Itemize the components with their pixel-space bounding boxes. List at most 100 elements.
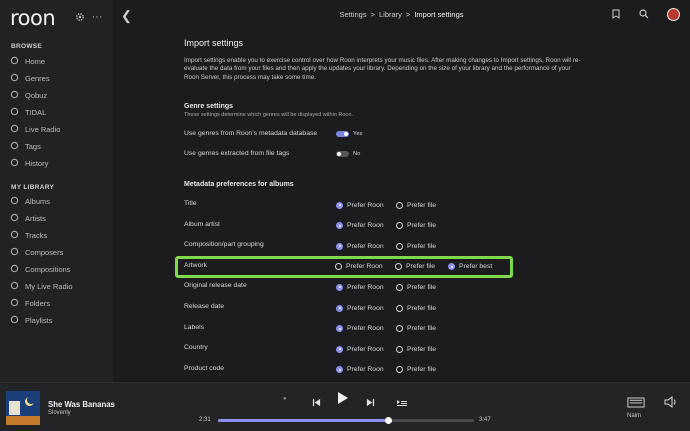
radio-button[interactable]	[336, 222, 343, 230]
radio-button[interactable]	[396, 345, 403, 353]
roon-logo[interactable]: roon	[10, 6, 56, 30]
option-prefer-file[interactable]: Prefer file	[396, 281, 436, 293]
radio-button[interactable]	[336, 304, 343, 312]
radio-button[interactable]	[396, 304, 403, 312]
breadcrumb-settings[interactable]: Settings	[339, 10, 366, 19]
sidebar-item-tracks[interactable]: Tracks	[10, 228, 47, 242]
option-label: Prefer file	[407, 345, 437, 353]
sidebar-item-label: Live Radio	[25, 124, 61, 134]
option-label: Prefer file	[407, 304, 437, 312]
sidebar-item-composers[interactable]: Composers	[10, 245, 63, 259]
sidebar-item-compositions[interactable]: Compositions	[10, 262, 70, 276]
option-prefer-file[interactable]: Prefer file	[396, 240, 436, 252]
sidebar-item-label: Albums	[25, 196, 51, 206]
zone-name[interactable]: Naim	[627, 413, 641, 419]
volume-icon[interactable]	[664, 395, 678, 413]
album-icon	[10, 196, 19, 207]
option-prefer-roon[interactable]: Prefer Roon	[336, 220, 384, 232]
sidebar-item-folders[interactable]: Folders	[10, 296, 50, 310]
breadcrumb: Settings > Library > Import settings	[113, 10, 690, 19]
sidebar-item-artists[interactable]: Artists	[10, 211, 46, 225]
track-artist[interactable]: Slovenly	[48, 410, 71, 416]
radio-button[interactable]	[396, 242, 403, 250]
radio-button[interactable]	[396, 325, 403, 333]
option-label: Prefer Roon	[347, 201, 384, 209]
genre-roon-toggle[interactable]	[336, 131, 349, 137]
option-label: Prefer file	[407, 201, 437, 209]
browse-heading: BROWSE	[11, 43, 43, 50]
metadata-row: Title Prefer Roon Prefer file	[113, 199, 690, 211]
sidebar-item-genres[interactable]: Genres	[10, 71, 50, 85]
track-title[interactable]: She Was Bananas	[48, 400, 115, 409]
sidebar-item-playlists[interactable]: Playlists	[10, 313, 53, 327]
sidebar-item-history[interactable]: History	[10, 156, 48, 170]
sidebar-item-tidal[interactable]: TIDAL	[10, 105, 46, 119]
sidebar-item-home[interactable]: Home	[10, 54, 45, 68]
sidebar-item-tags[interactable]: Tags	[10, 139, 41, 153]
option-prefer-file[interactable]: Prefer file	[396, 220, 436, 232]
sidebar-item-label: Qobuz	[25, 90, 48, 100]
option-prefer-roon[interactable]: Prefer Roon	[336, 281, 384, 293]
genre-file-label: Use genres extracted from file tags	[184, 150, 290, 157]
radio-dot-icon[interactable]: ●	[283, 396, 287, 402]
sidebar-item-qobuz[interactable]: Qobuz	[10, 88, 47, 102]
breadcrumb-library[interactable]: Library	[379, 10, 402, 19]
radio-button[interactable]	[336, 201, 343, 209]
sidebar-item-my-live-radio[interactable]: My Live Radio	[10, 279, 73, 293]
radio-button[interactable]	[396, 201, 403, 209]
option-prefer-file[interactable]: Prefer file	[396, 343, 436, 355]
option-prefer-roon[interactable]: Prefer Roon	[336, 364, 384, 376]
play-icon[interactable]	[337, 391, 349, 410]
option-prefer-roon[interactable]: Prefer Roon	[336, 302, 384, 314]
option-prefer-roon[interactable]: Prefer Roon	[336, 240, 384, 252]
sidebar-item-label: Compositions	[25, 264, 71, 274]
option-prefer-file[interactable]: Prefer file	[396, 302, 436, 314]
option-label: Prefer Roon	[347, 242, 384, 250]
option-label: Prefer file	[407, 222, 437, 230]
qobuz-icon	[10, 90, 19, 101]
option-prefer-file[interactable]: Prefer file	[396, 364, 436, 376]
sidebar-item-live-radio[interactable]: Live Radio	[10, 122, 60, 136]
option-label: Prefer file	[407, 242, 437, 250]
bookmark-icon[interactable]	[612, 9, 620, 22]
artwork-highlight-box	[175, 256, 513, 278]
sidebar-item-albums[interactable]: Albums	[10, 194, 50, 208]
genre-file-state: No	[353, 151, 361, 157]
previous-icon[interactable]	[312, 394, 321, 412]
next-icon[interactable]	[366, 394, 375, 412]
breadcrumb-separator: >	[405, 10, 411, 19]
more-icon[interactable]: ···	[90, 10, 104, 24]
avatar[interactable]	[667, 8, 680, 21]
radio-icon	[10, 281, 19, 292]
option-prefer-file[interactable]: Prefer file	[396, 323, 436, 335]
option-label: Prefer file	[407, 325, 437, 333]
seek-bar[interactable]	[218, 417, 474, 424]
zone-device-icon[interactable]	[627, 395, 645, 413]
radio-button[interactable]	[396, 222, 403, 230]
gear-icon[interactable]	[73, 10, 87, 24]
radio-button[interactable]	[336, 242, 343, 250]
option-label: Prefer Roon	[347, 222, 384, 230]
radio-button[interactable]	[336, 325, 343, 333]
sidebar-item-label: My Live Radio	[25, 281, 73, 291]
metadata-row: Labels Prefer Roon Prefer file	[113, 323, 690, 335]
option-prefer-roon[interactable]: Prefer Roon	[336, 323, 384, 335]
artist-icon	[10, 213, 19, 224]
radio-button[interactable]	[336, 283, 343, 291]
seek-handle[interactable]	[384, 417, 392, 424]
album-art[interactable]	[6, 391, 40, 425]
search-icon[interactable]	[639, 9, 649, 22]
radio-button[interactable]	[396, 366, 403, 374]
queue-icon[interactable]	[397, 395, 407, 413]
radio-button[interactable]	[336, 345, 343, 353]
option-label: Prefer Roon	[347, 366, 384, 374]
metadata-row: Country Prefer Roon Prefer file	[113, 343, 690, 355]
option-prefer-roon[interactable]: Prefer Roon	[336, 199, 384, 211]
genre-file-toggle[interactable]	[336, 151, 349, 157]
sidebar-item-label: Genres	[25, 73, 50, 83]
option-prefer-roon[interactable]: Prefer Roon	[336, 343, 384, 355]
radio-button[interactable]	[336, 366, 343, 374]
sidebar-item-label: History	[25, 158, 49, 168]
radio-button[interactable]	[396, 283, 403, 291]
option-prefer-file[interactable]: Prefer file	[396, 199, 436, 211]
